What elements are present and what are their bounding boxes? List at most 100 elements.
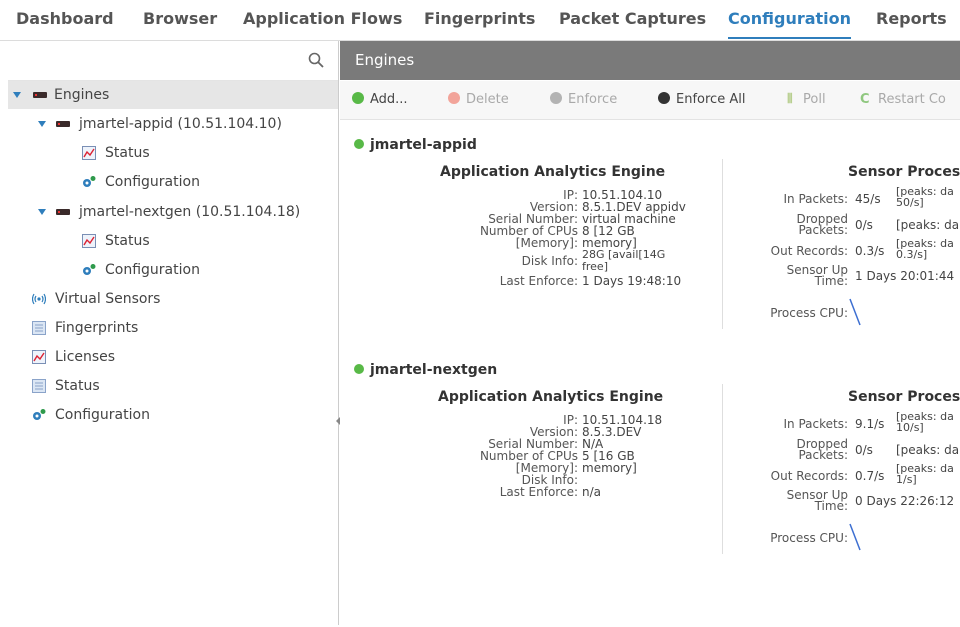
uptime-label-2: Time: xyxy=(814,274,848,288)
engine-type-title: Application Analytics Engine xyxy=(438,389,664,405)
restart-button[interactable]: C Restart Co xyxy=(860,81,946,119)
tree-label: Configuration xyxy=(105,174,200,190)
search-icon[interactable] xyxy=(308,52,324,68)
engines-panel: Engines Add... Delete Enforce Enforce Al… xyxy=(340,41,960,627)
sensor-process-title: Sensor Proces xyxy=(848,389,960,405)
list-icon xyxy=(32,379,46,393)
panel-header: Engines xyxy=(340,41,960,80)
chart-icon xyxy=(82,146,96,160)
tab-browser[interactable]: Browser xyxy=(143,0,217,40)
out-records-label: Out Records: xyxy=(770,469,848,483)
chart-icon xyxy=(82,234,96,248)
delete-icon xyxy=(448,92,460,104)
engine-card-jmartel-nextgen: jmartel-nextgen Application Analytics En… xyxy=(354,362,960,562)
divider xyxy=(722,159,723,329)
engine-type-title: Application Analytics Engine xyxy=(440,164,666,180)
engine-icon xyxy=(33,92,47,98)
add-button[interactable]: Add... xyxy=(352,81,408,119)
in-packets-label: In Packets: xyxy=(783,192,848,206)
dropped-peak: [peaks: da xyxy=(896,443,960,457)
tab-fingerprints[interactable]: Fingerprints xyxy=(424,0,535,40)
process-cpu-label: Process CPU: xyxy=(770,306,848,320)
tab-packet-captures[interactable]: Packet Captures xyxy=(559,0,706,40)
dropped-label-2: Packets: xyxy=(798,448,848,462)
out-records-peak-value: 1/s] xyxy=(896,473,917,486)
in-packets-label: In Packets: xyxy=(783,417,848,431)
tab-configuration[interactable]: Configuration xyxy=(728,0,852,40)
in-packets-value: 9.1/s xyxy=(855,417,885,431)
out-records-value: 0.7/s xyxy=(855,469,885,483)
last-enforce-value: n/a xyxy=(582,485,602,499)
poll-button[interactable]: ⦀ Poll xyxy=(787,81,826,119)
memory-value: memory] xyxy=(582,461,637,475)
broadcast-icon xyxy=(32,293,46,305)
engine-icon xyxy=(56,121,70,127)
uptime-value: 1 Days 20:01:44 xyxy=(855,269,955,283)
gears-icon xyxy=(83,176,96,187)
tab-dashboard[interactable]: Dashboard xyxy=(16,0,114,40)
tree-label: Configuration xyxy=(55,407,150,423)
memory-label: [Memory]: xyxy=(515,236,578,250)
uptime-value: 0 Days 22:26:12 xyxy=(855,494,955,508)
caret-down-icon[interactable] xyxy=(13,92,21,98)
cpu-sparkline xyxy=(849,298,861,326)
disk-label: Disk Info: xyxy=(521,254,578,268)
enforce-all-button[interactable]: Enforce All xyxy=(658,81,745,119)
enforce-button[interactable]: Enforce xyxy=(550,81,617,119)
gears-icon xyxy=(33,409,46,420)
in-packets-peak-value: 10/s] xyxy=(896,421,924,434)
divider xyxy=(722,384,723,554)
panel-title: Engines xyxy=(355,51,415,69)
out-records-peak-value: 0.3/s] xyxy=(896,248,928,261)
tree-label: Fingerprints xyxy=(55,320,139,336)
enforce-all-icon xyxy=(658,92,670,104)
engine-icon xyxy=(56,209,70,215)
in-packets-peak-value: 50/s] xyxy=(896,196,924,209)
top-navigation: Dashboard Browser Application Flows Fing… xyxy=(0,0,960,41)
toolbar: Add... Delete Enforce Enforce All ⦀ Poll … xyxy=(340,81,960,120)
uptime-label-2: Time: xyxy=(814,499,848,513)
delete-button[interactable]: Delete xyxy=(448,81,509,119)
tree-label: jmartel-nextgen (10.51.104.18) xyxy=(79,204,301,220)
cpu-sparkline xyxy=(849,523,861,551)
engine-name: jmartel-appid xyxy=(370,137,477,153)
dropped-value: 0/s xyxy=(855,443,873,457)
last-enforce-label: Last Enforce: xyxy=(499,485,578,499)
tree-label: jmartel-appid (10.51.104.10) xyxy=(79,116,282,132)
tree-item-engines[interactable]: Engines xyxy=(8,81,338,109)
list-icon xyxy=(32,321,46,335)
in-packets-value: 45/s xyxy=(855,192,881,206)
tab-reports[interactable]: Reports xyxy=(876,0,947,40)
dropped-value: 0/s xyxy=(855,218,873,232)
disk-value-free: free] xyxy=(582,260,608,273)
tree-search-bar xyxy=(8,41,338,81)
enforce-icon xyxy=(550,92,562,104)
out-records-label: Out Records: xyxy=(770,244,848,258)
tab-application-flows[interactable]: Application Flows xyxy=(243,0,402,40)
sensor-process-title: Sensor Proces xyxy=(848,164,960,180)
last-enforce-label: Last Enforce: xyxy=(499,274,578,288)
status-ok-icon xyxy=(354,364,364,374)
tree-label: Status xyxy=(105,233,150,249)
tree-label: Status xyxy=(55,378,100,394)
caret-down-icon[interactable] xyxy=(38,121,46,127)
tree-label: Status xyxy=(105,145,150,161)
out-records-value: 0.3/s xyxy=(855,244,885,258)
last-enforce-value: 1 Days 19:48:10 xyxy=(582,274,682,288)
license-icon xyxy=(32,350,46,364)
caret-down-icon[interactable] xyxy=(38,209,46,215)
tree-label: Virtual Sensors xyxy=(55,291,161,307)
tree-label: Licenses xyxy=(55,349,116,365)
gears-icon xyxy=(83,264,96,275)
add-icon xyxy=(352,92,364,104)
poll-icon: ⦀ xyxy=(787,92,793,107)
engine-card-jmartel-appid: jmartel-appid Application Analytics Engi… xyxy=(354,137,960,337)
tree-label: Configuration xyxy=(105,262,200,278)
dropped-peak: [peaks: da xyxy=(896,218,960,232)
navigation-tree-panel: Engines jmartel-appid (10.51.104.10) Sta… xyxy=(8,41,339,625)
engine-name: jmartel-nextgen xyxy=(370,362,498,378)
restart-icon: C xyxy=(860,92,870,107)
tree-label: Engines xyxy=(54,87,110,103)
dropped-label-2: Packets: xyxy=(798,223,848,237)
process-cpu-label: Process CPU: xyxy=(770,531,848,545)
